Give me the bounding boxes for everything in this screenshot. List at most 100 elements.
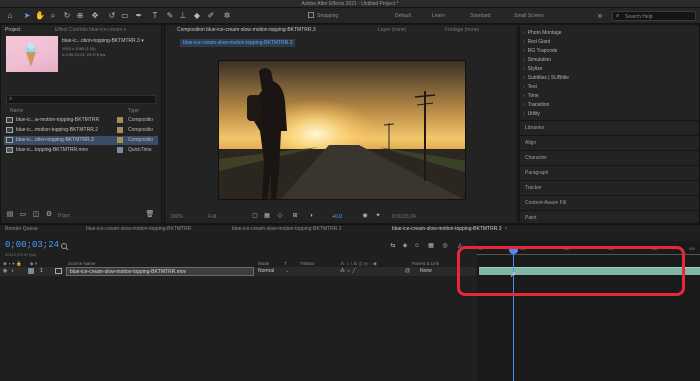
layer-row[interactable]: ◉ ◖ 1 blue-ice-cream-slow-motion-topping… — [0, 267, 476, 276]
clone-stamp-tool-icon[interactable]: ⊥ — [178, 11, 188, 21]
panel-character[interactable]: Character — [525, 155, 547, 161]
region-of-interest-icon[interactable]: ▢ — [250, 211, 260, 221]
channel-icon[interactable]: ◑ — [306, 211, 316, 221]
effects-category-simulation[interactable]: › Simulation — [523, 57, 551, 63]
label-color-swatch[interactable] — [117, 137, 123, 143]
column-mode[interactable]: Mode — [258, 261, 269, 266]
shy-layers-icon[interactable]: ☺ — [412, 241, 422, 251]
layer-name[interactable]: blue-ice-cream-slow-motion-topping-BKTMT… — [66, 267, 254, 276]
column-type[interactable]: Type — [128, 108, 139, 114]
resolution-dropdown[interactable]: Full — [208, 214, 216, 220]
tab-project[interactable]: Project — [5, 27, 21, 33]
panel-paragraph[interactable]: Paragraph — [525, 170, 548, 176]
tab-layer[interactable]: Layer (none) — [378, 27, 406, 33]
layer-switches[interactable]: ⁂ ☼ ╱ — [340, 268, 355, 274]
panel-content-aware-fill[interactable]: Content-Aware Fill — [525, 200, 566, 206]
new-composition-icon[interactable]: ◫ — [31, 210, 41, 220]
pick-whip-icon[interactable]: @ — [405, 268, 410, 274]
eraser-tool-icon[interactable]: ◆ — [192, 11, 202, 21]
frame-blending-icon[interactable]: ▦ — [426, 241, 436, 251]
snapshot-camera-icon[interactable]: ◉ — [360, 211, 370, 221]
effects-category-time[interactable]: › Time — [523, 93, 539, 99]
tab-composition[interactable]: Composition blue-ice-cream-slow-motion-t… — [177, 27, 316, 33]
show-snapshot-icon[interactable]: ✦ — [373, 211, 383, 221]
zoom-dropdown[interactable]: 100% — [170, 214, 183, 220]
close-icon[interactable]: × — [504, 226, 507, 232]
effects-category-utility[interactable]: › Utility — [523, 111, 540, 117]
effects-category-text[interactable]: › Text — [523, 84, 537, 90]
pen-tool-icon[interactable]: ✒ — [134, 11, 144, 21]
hand-tool-icon[interactable]: ✋ — [35, 11, 45, 21]
current-time-display[interactable]: 0;00;03;24 — [5, 240, 59, 250]
label-color-swatch[interactable] — [117, 127, 123, 133]
workspace-default[interactable]: Default — [395, 13, 411, 19]
mask-visibility-icon[interactable]: ◇ — [275, 211, 285, 221]
viewer-timecode[interactable]: 0;00;03;24 — [392, 214, 416, 220]
effects-category-photo-montage[interactable]: › Photo Montage — [523, 30, 562, 36]
workspace-standard[interactable]: Standard — [470, 13, 490, 19]
bit-depth-label[interactable]: 8 bpc — [58, 213, 70, 219]
tab-footage[interactable]: Footage (none) — [445, 27, 479, 33]
exposure-value[interactable]: +0.0 — [332, 214, 342, 220]
layer-label-color[interactable] — [28, 268, 34, 274]
delete-icon[interactable]: 🗑 — [145, 210, 155, 220]
rotate-tool-icon[interactable]: ↻ — [62, 11, 72, 21]
project-item-selected[interactable]: blue-ic...otion-topping-BKTMTRR.3 Compos… — [4, 136, 158, 145]
timeline-tab-3[interactable]: blue-ice-cream-slow-motion-topping-BKTMT… — [392, 226, 507, 232]
column-t[interactable]: T — [284, 261, 287, 266]
timeline-tab-1[interactable]: blue-ice-cream-slow-motion-topping-BKTMT… — [86, 226, 191, 232]
effects-category-red-giant[interactable]: › Red Giant — [523, 39, 550, 45]
label-color-swatch[interactable] — [117, 147, 123, 153]
roto-brush-tool-icon[interactable]: ✐ — [206, 11, 216, 21]
comp-mini-flowchart-icon[interactable]: ⇆ — [388, 241, 398, 251]
workspace-learn[interactable]: Learn — [432, 13, 445, 19]
chevron-down-icon[interactable]: ⌄ — [285, 268, 289, 274]
workspace-small-screen[interactable]: Small Screen — [514, 13, 544, 19]
project-settings-icon[interactable]: ⚙ — [44, 210, 54, 220]
effects-category-transition[interactable]: › Transition — [523, 102, 549, 108]
draft-3d-icon[interactable]: ◈ — [400, 241, 410, 251]
effects-category-subtitles[interactable]: › Subtitles | SUBtitle — [523, 75, 569, 81]
new-folder-icon[interactable]: ▭ — [18, 210, 28, 220]
effects-category-rg-trapcode[interactable]: › RG Trapcode — [523, 48, 557, 54]
column-trkmat[interactable]: TrkMat — [300, 261, 314, 266]
undo-rotate-icon[interactable]: ↺ — [107, 11, 117, 21]
tab-render-queue[interactable]: Render Queue — [5, 226, 38, 232]
search-icon[interactable] — [60, 242, 72, 250]
transparency-grid-icon[interactable]: ▦ — [262, 211, 272, 221]
panel-align[interactable]: Align — [525, 140, 536, 146]
pan-behind-tool-icon[interactable]: ✥ — [90, 11, 100, 21]
composition-breadcrumb[interactable]: blue-ice-cream-slow-motion-topping-BKTMT… — [180, 39, 296, 47]
panel-paint[interactable]: Paint — [525, 215, 536, 221]
label-color-swatch[interactable] — [117, 117, 123, 123]
workspace-menu-icon[interactable]: » — [595, 11, 605, 21]
type-tool-icon[interactable]: T — [150, 11, 160, 21]
help-search-input[interactable]: ⌕ Search Help — [612, 11, 696, 21]
audio-icon[interactable]: ◖ — [11, 268, 14, 274]
zoom-tool-icon[interactable]: ⌕ — [48, 11, 58, 21]
effects-category-stylize[interactable]: › Stylize — [523, 66, 542, 72]
interpret-footage-icon[interactable]: ▤ — [5, 210, 15, 220]
rectangle-tool-icon[interactable]: ▭ — [120, 11, 130, 21]
home-icon[interactable]: ⌂ — [5, 11, 15, 21]
project-item[interactable]: blue-ic...motion-topping-BKTMTRR.2 Compo… — [4, 126, 158, 135]
guides-icon[interactable]: ⊞ — [290, 211, 300, 221]
column-parent[interactable]: Parent & Link — [412, 261, 439, 266]
layer-mode-dropdown[interactable]: Normal — [258, 268, 274, 274]
project-item[interactable]: blue-ic...topping-BKTMTRR.mov QuickTime — [4, 146, 158, 155]
timeline-tab-2[interactable]: blue-ice-cream-slow-motion-topping-BKTMT… — [232, 226, 341, 232]
selection-tool-icon[interactable]: ➤ — [22, 11, 32, 21]
panel-tracker[interactable]: Tracker — [525, 185, 542, 191]
project-item[interactable]: blue-ic...w-motion-topping-BKTMTRR Compo… — [4, 116, 158, 125]
column-source-name[interactable]: Source Name — [68, 261, 96, 266]
tab-effect-controls[interactable]: Effect Controls blue-ice-cream-s — [55, 27, 126, 33]
composition-viewer[interactable] — [218, 60, 466, 200]
motion-blur-icon[interactable]: ◎ — [440, 241, 450, 251]
brush-tool-icon[interactable]: ✎ — [165, 11, 175, 21]
puppet-tool-icon[interactable]: ✲ — [222, 11, 232, 21]
column-name[interactable]: Name — [10, 108, 23, 114]
camera-tool-icon[interactable]: ⊕ — [75, 11, 85, 21]
parent-dropdown[interactable]: None — [420, 268, 432, 274]
eye-visibility-icon[interactable]: ◉ — [3, 268, 7, 274]
project-search-input[interactable]: ⌕ — [6, 95, 156, 104]
